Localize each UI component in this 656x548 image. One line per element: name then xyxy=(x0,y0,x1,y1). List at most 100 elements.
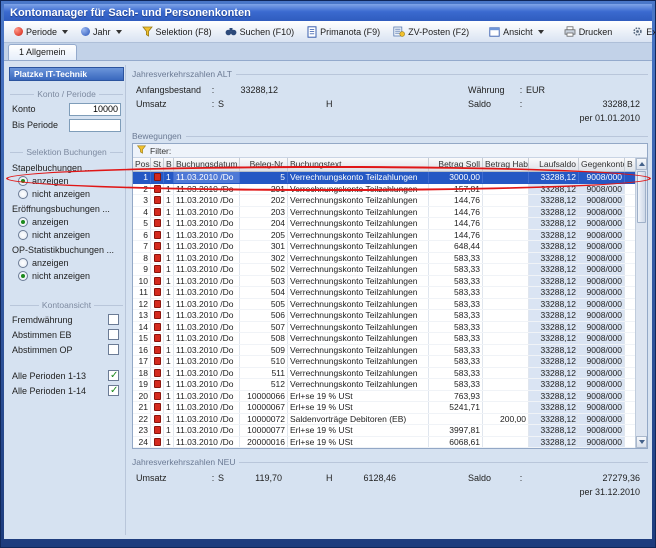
waehrung-value: EUR xyxy=(526,85,545,95)
konto-input[interactable] xyxy=(69,103,121,116)
table-row[interactable]: 2111.03.2010 /Do201Verrechnungskonto Tei… xyxy=(133,184,635,196)
tab-allgemein[interactable]: 1 Allgemein xyxy=(8,44,77,60)
cell-gegenkonto: 9008/000 xyxy=(579,322,625,333)
cell-laufsaldo: 33288,12 xyxy=(529,356,579,367)
column-header[interactable]: B xyxy=(164,158,174,171)
cell-buchungsdatum: 11.03.2010 /Do xyxy=(174,310,240,321)
check-abstimmen-eb[interactable]: Abstimmen EB xyxy=(8,327,125,342)
posted-voucher-icon xyxy=(154,392,161,400)
cell-b2 xyxy=(625,276,635,287)
table-row[interactable]: 22111.03.2010 /Do10000072Saldenvorträge … xyxy=(133,414,635,426)
radio-eroeffnung-nicht-anzeigen[interactable]: nicht anzeigen xyxy=(8,228,125,241)
cell-beleg-nr: 5 xyxy=(240,172,288,183)
column-header[interactable]: B xyxy=(625,158,635,171)
posted-voucher-icon xyxy=(154,334,161,342)
cell-betrag-soll xyxy=(429,414,483,425)
cell-gegenkonto: 9008/000 xyxy=(579,368,625,379)
cell-buchungstext: Verrechnungskonto Teilzahlungen xyxy=(288,356,429,367)
radio-op-nicht-anzeigen[interactable]: nicht anzeigen xyxy=(8,269,125,282)
vertical-scrollbar[interactable] xyxy=(635,158,647,448)
radio-stapel-anzeigen[interactable]: anzeigen xyxy=(8,174,125,187)
cell-pos: 13 xyxy=(133,310,151,321)
table-row[interactable]: 15111.03.2010 /Do508Verrechnungskonto Te… xyxy=(133,333,635,345)
cell-betrag-soll: 763,93 xyxy=(429,391,483,402)
cell-betrag-haben xyxy=(483,356,529,367)
table-row[interactable]: 17111.03.2010 /Do510Verrechnungskonto Te… xyxy=(133,356,635,368)
cell-status xyxy=(151,253,164,264)
table-row[interactable]: 14111.03.2010 /Do507Verrechnungskonto Te… xyxy=(133,322,635,334)
column-header[interactable]: Gegenkonto xyxy=(579,158,625,171)
cell-pos: 16 xyxy=(133,345,151,356)
column-header[interactable]: Betrag Haben xyxy=(483,158,529,171)
primanota-button[interactable]: Primanota (F9) xyxy=(301,23,386,41)
table-row[interactable]: 12111.03.2010 /Do505Verrechnungskonto Te… xyxy=(133,299,635,311)
zv-posten-button[interactable]: ZV-Posten (F2) xyxy=(387,23,475,40)
radio-stapel-nicht-anzeigen[interactable]: nicht anzeigen xyxy=(8,187,125,200)
cell-gegenkonto: 9008/000 xyxy=(579,345,625,356)
column-header[interactable]: Betrag Soll xyxy=(429,158,483,171)
check-alle-perioden-1-13[interactable]: Alle Perioden 1-13 xyxy=(8,368,125,383)
table-row[interactable]: 8111.03.2010 /Do302Verrechnungskonto Tei… xyxy=(133,253,635,265)
table-row[interactable]: 16111.03.2010 /Do509Verrechnungskonto Te… xyxy=(133,345,635,357)
cell-betrag-soll: 144,76 xyxy=(429,195,483,206)
table-row[interactable]: 5111.03.2010 /Do204Verrechnungskonto Tei… xyxy=(133,218,635,230)
cell-buchungsart: 1 xyxy=(164,172,174,183)
suchen-button[interactable]: Suchen (F10) xyxy=(219,23,301,40)
column-header[interactable]: Buchungsdatum xyxy=(174,158,240,171)
periode-button[interactable]: Periode xyxy=(8,24,74,40)
cell-buchungsart: 1 xyxy=(164,184,174,195)
table-row[interactable]: 23111.03.2010 /Do10000077Erl+se 19 % USt… xyxy=(133,425,635,437)
column-header[interactable]: Beleg-Nr. xyxy=(240,158,288,171)
check-abstimmen-op[interactable]: Abstimmen OP xyxy=(8,342,125,357)
radio-op-anzeigen[interactable]: anzeigen xyxy=(8,256,125,269)
ansicht-button[interactable]: Ansicht xyxy=(483,24,550,40)
cell-laufsaldo: 33288,12 xyxy=(529,207,579,218)
selektion-button[interactable]: Selektion (F8) xyxy=(136,23,218,40)
jahr-button[interactable]: Jahr xyxy=(75,24,128,40)
table-row[interactable]: 13111.03.2010 /Do506Verrechnungskonto Te… xyxy=(133,310,635,322)
scroll-up-button[interactable] xyxy=(636,158,647,170)
table-row[interactable]: 10111.03.2010 /Do503Verrechnungskonto Te… xyxy=(133,276,635,288)
scroll-down-button[interactable] xyxy=(636,436,647,448)
table-row[interactable]: 7111.03.2010 /Do301Verrechnungskonto Tei… xyxy=(133,241,635,253)
table-row[interactable]: 19111.03.2010 /Do512Verrechnungskonto Te… xyxy=(133,379,635,391)
cell-laufsaldo: 33288,12 xyxy=(529,322,579,333)
check-alle-perioden-1-14[interactable]: Alle Perioden 1-14 xyxy=(8,383,125,398)
table-row[interactable]: 9111.03.2010 /Do502Verrechnungskonto Tei… xyxy=(133,264,635,276)
saldo-label: Saldo xyxy=(468,99,516,109)
cell-buchungsdatum: 11.03.2010 /Do xyxy=(174,253,240,264)
cell-laufsaldo: 33288,12 xyxy=(529,402,579,413)
extras-button[interactable]: Extras xyxy=(626,23,656,40)
table-row[interactable]: 6111.03.2010 /Do205Verrechnungskonto Tei… xyxy=(133,230,635,242)
table-row[interactable]: 21111.03.2010 /Do10000067Erl+se 19 % USt… xyxy=(133,402,635,414)
table-row[interactable]: 3111.03.2010 /Do202Verrechnungskonto Tei… xyxy=(133,195,635,207)
check-fremdwaehrung[interactable]: Fremdwährung xyxy=(8,312,125,327)
umsatz-label: Umsatz xyxy=(136,99,208,109)
colon: : xyxy=(208,85,218,95)
cell-buchungsart: 1 xyxy=(164,402,174,413)
table-row[interactable]: 11111.03.2010 /Do504Verrechnungskonto Te… xyxy=(133,287,635,299)
radio-icon xyxy=(18,230,28,240)
cell-b2 xyxy=(625,230,635,241)
scroll-thumb[interactable] xyxy=(637,171,646,223)
bis-periode-input[interactable] xyxy=(69,119,121,132)
column-header[interactable]: Buchungstext xyxy=(288,158,429,171)
drucken-button[interactable]: Drucken xyxy=(558,23,619,40)
cell-buchungstext: Verrechnungskonto Teilzahlungen xyxy=(288,207,429,218)
table-row[interactable]: 1111.03.2010 /Do5Verrechnungskonto Teilz… xyxy=(133,172,635,184)
table-row[interactable]: 24111.03.2010 /Do20000016Erl+se 19 % USt… xyxy=(133,437,635,449)
cell-b2 xyxy=(625,437,635,448)
cell-laufsaldo: 33288,12 xyxy=(529,425,579,436)
chevron-down-icon xyxy=(116,30,122,34)
column-header[interactable]: Pos xyxy=(133,158,151,171)
table-row[interactable]: 4111.03.2010 /Do203Verrechnungskonto Tei… xyxy=(133,207,635,219)
table-row[interactable]: 20111.03.2010 /Do10000066Erl+se 19 % USt… xyxy=(133,391,635,403)
cell-buchungsart: 1 xyxy=(164,322,174,333)
cell-b2 xyxy=(625,345,635,356)
filter-bar[interactable]: Filter: xyxy=(133,144,647,158)
column-header[interactable]: Laufsaldo xyxy=(529,158,579,171)
radio-eroeffnung-anzeigen[interactable]: anzeigen xyxy=(8,215,125,228)
column-header[interactable]: St xyxy=(151,158,164,171)
table-row[interactable]: 18111.03.2010 /Do511Verrechnungskonto Te… xyxy=(133,368,635,380)
radio-label: nicht anzeigen xyxy=(32,230,90,240)
